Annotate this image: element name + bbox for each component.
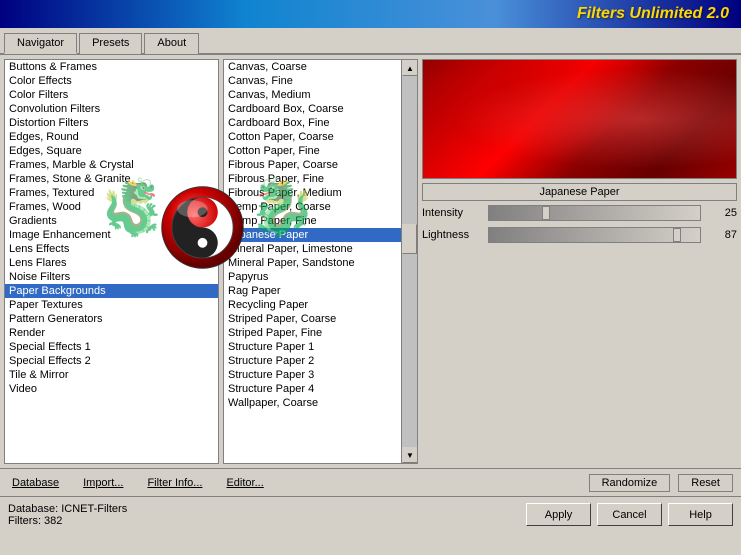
category-item[interactable]: Buttons & Frames	[5, 60, 218, 74]
filter-item[interactable]: Mineral Paper, Limestone	[224, 242, 401, 256]
filter-item[interactable]: Canvas, Fine	[224, 74, 401, 88]
category-item[interactable]: Image Enhancement	[5, 228, 218, 242]
intensity-slider[interactable]	[488, 205, 701, 221]
intensity-label: Intensity	[422, 207, 482, 219]
category-item[interactable]: Paper Textures	[5, 298, 218, 312]
lightness-slider[interactable]	[488, 227, 701, 243]
scroll-thumb[interactable]	[402, 224, 417, 254]
right-panel: Japanese Paper Intensity 25 Lightness 87	[422, 59, 737, 464]
category-item[interactable]: Render	[5, 326, 218, 340]
category-item[interactable]: Edges, Square	[5, 144, 218, 158]
import-btn[interactable]: Import...	[79, 475, 127, 491]
status-bar: Database: ICNET-Filters Filters: 382 App…	[0, 496, 741, 532]
intensity-value: 25	[707, 207, 737, 219]
filter-item[interactable]: Cotton Paper, Coarse	[224, 130, 401, 144]
tab-about[interactable]: About	[144, 33, 199, 54]
app-title: Filters Unlimited 2.0	[577, 5, 729, 23]
filters-status: Filters: 382	[8, 515, 127, 527]
panels-wrapper: Buttons & FramesColor EffectsColor Filte…	[4, 59, 737, 464]
filter-item[interactable]: Cardboard Box, Coarse	[224, 102, 401, 116]
editor-btn[interactable]: Editor...	[222, 475, 267, 491]
category-item[interactable]: Convolution Filters	[5, 102, 218, 116]
filter-item[interactable]: Fibrous Paper, Coarse	[224, 158, 401, 172]
help-button[interactable]: Help	[668, 503, 733, 526]
filter-list[interactable]: Canvas, CoarseCanvas, FineCanvas, Medium…	[224, 60, 401, 463]
filter-item[interactable]: Hemp Paper, Fine	[224, 214, 401, 228]
filter-item[interactable]: Rag Paper	[224, 284, 401, 298]
filter-item[interactable]: Striped Paper, Fine	[224, 326, 401, 340]
filter-item[interactable]: Structure Paper 3	[224, 368, 401, 382]
filter-item[interactable]: Papyrus	[224, 270, 401, 284]
category-item[interactable]: Special Effects 1	[5, 340, 218, 354]
category-item[interactable]: Color Effects	[5, 74, 218, 88]
tab-navigator[interactable]: Navigator	[4, 33, 77, 54]
filter-item[interactable]: Fibrous Paper, Fine	[224, 172, 401, 186]
apply-button[interactable]: Apply	[526, 503, 591, 526]
main-content: Buttons & FramesColor EffectsColor Filte…	[0, 55, 741, 468]
scroll-up-btn[interactable]: ▲	[402, 60, 418, 76]
filter-item[interactable]: Striped Paper, Coarse	[224, 312, 401, 326]
intensity-thumb[interactable]	[542, 206, 550, 220]
category-panel[interactable]: Buttons & FramesColor EffectsColor Filte…	[4, 59, 219, 464]
category-item[interactable]: Frames, Stone & Granite	[5, 172, 218, 186]
category-item[interactable]: Video	[5, 382, 218, 396]
filter-info-btn[interactable]: Filter Info...	[143, 475, 206, 491]
status-info: Database: ICNET-Filters Filters: 382	[8, 503, 127, 527]
filter-item[interactable]: Japanese Paper	[224, 228, 401, 242]
filter-item[interactable]: Hemp Paper, Coarse	[224, 200, 401, 214]
category-item[interactable]: Noise Filters	[5, 270, 218, 284]
filter-item[interactable]: Canvas, Medium	[224, 88, 401, 102]
lightness-row: Lightness 87	[422, 227, 737, 243]
toolbar-right: Randomize Reset	[589, 474, 733, 492]
filter-item[interactable]: Structure Paper 2	[224, 354, 401, 368]
preview-area	[422, 59, 737, 179]
category-item[interactable]: Tile & Mirror	[5, 368, 218, 382]
scroll-down-btn[interactable]: ▼	[402, 447, 418, 463]
lightness-thumb[interactable]	[673, 228, 681, 242]
lightness-label: Lightness	[422, 229, 482, 241]
tab-presets[interactable]: Presets	[79, 33, 142, 54]
cancel-button[interactable]: Cancel	[597, 503, 662, 526]
filter-item[interactable]: Cardboard Box, Fine	[224, 116, 401, 130]
intensity-row: Intensity 25	[422, 205, 737, 221]
filter-item[interactable]: Recycling Paper	[224, 298, 401, 312]
category-item[interactable]: Pattern Generators	[5, 312, 218, 326]
filter-scrollbar[interactable]: ▲ ▼	[401, 60, 417, 463]
lightness-value: 87	[707, 229, 737, 241]
category-item[interactable]: Distortion Filters	[5, 116, 218, 130]
category-item[interactable]: Edges, Round	[5, 130, 218, 144]
filter-item[interactable]: Wallpaper, Coarse	[224, 396, 401, 410]
action-buttons: Apply Cancel Help	[526, 503, 733, 526]
filter-name-display: Japanese Paper	[422, 183, 737, 201]
filter-item[interactable]: Structure Paper 4	[224, 382, 401, 396]
category-item[interactable]: Lens Flares	[5, 256, 218, 270]
category-item[interactable]: Lens Effects	[5, 242, 218, 256]
database-btn[interactable]: Database	[8, 475, 63, 491]
database-status: Database: ICNET-Filters	[8, 503, 127, 515]
filter-item[interactable]: Fibrous Paper, Medium	[224, 186, 401, 200]
title-bar: Filters Unlimited 2.0	[0, 0, 741, 28]
category-item[interactable]: Paper Backgrounds	[5, 284, 218, 298]
category-item[interactable]: Special Effects 2	[5, 354, 218, 368]
category-item[interactable]: Frames, Textured	[5, 186, 218, 200]
category-item[interactable]: Gradients	[5, 214, 218, 228]
filter-list-container: Canvas, CoarseCanvas, FineCanvas, Medium…	[223, 59, 418, 464]
bottom-toolbar: Database Import... Filter Info... Editor…	[0, 468, 741, 496]
category-item[interactable]: Frames, Marble & Crystal	[5, 158, 218, 172]
slider-section: Intensity 25 Lightness 87	[422, 205, 737, 243]
filter-item[interactable]: Structure Paper 1	[224, 340, 401, 354]
randomize-btn[interactable]: Randomize	[589, 474, 671, 492]
tab-bar: Navigator Presets About	[0, 28, 741, 55]
scroll-track[interactable]	[402, 76, 417, 447]
reset-btn[interactable]: Reset	[678, 474, 733, 492]
category-item[interactable]: Frames, Wood	[5, 200, 218, 214]
category-item[interactable]: Color Filters	[5, 88, 218, 102]
filter-item[interactable]: Cotton Paper, Fine	[224, 144, 401, 158]
filter-item[interactable]: Mineral Paper, Sandstone	[224, 256, 401, 270]
filter-item[interactable]: Canvas, Coarse	[224, 60, 401, 74]
